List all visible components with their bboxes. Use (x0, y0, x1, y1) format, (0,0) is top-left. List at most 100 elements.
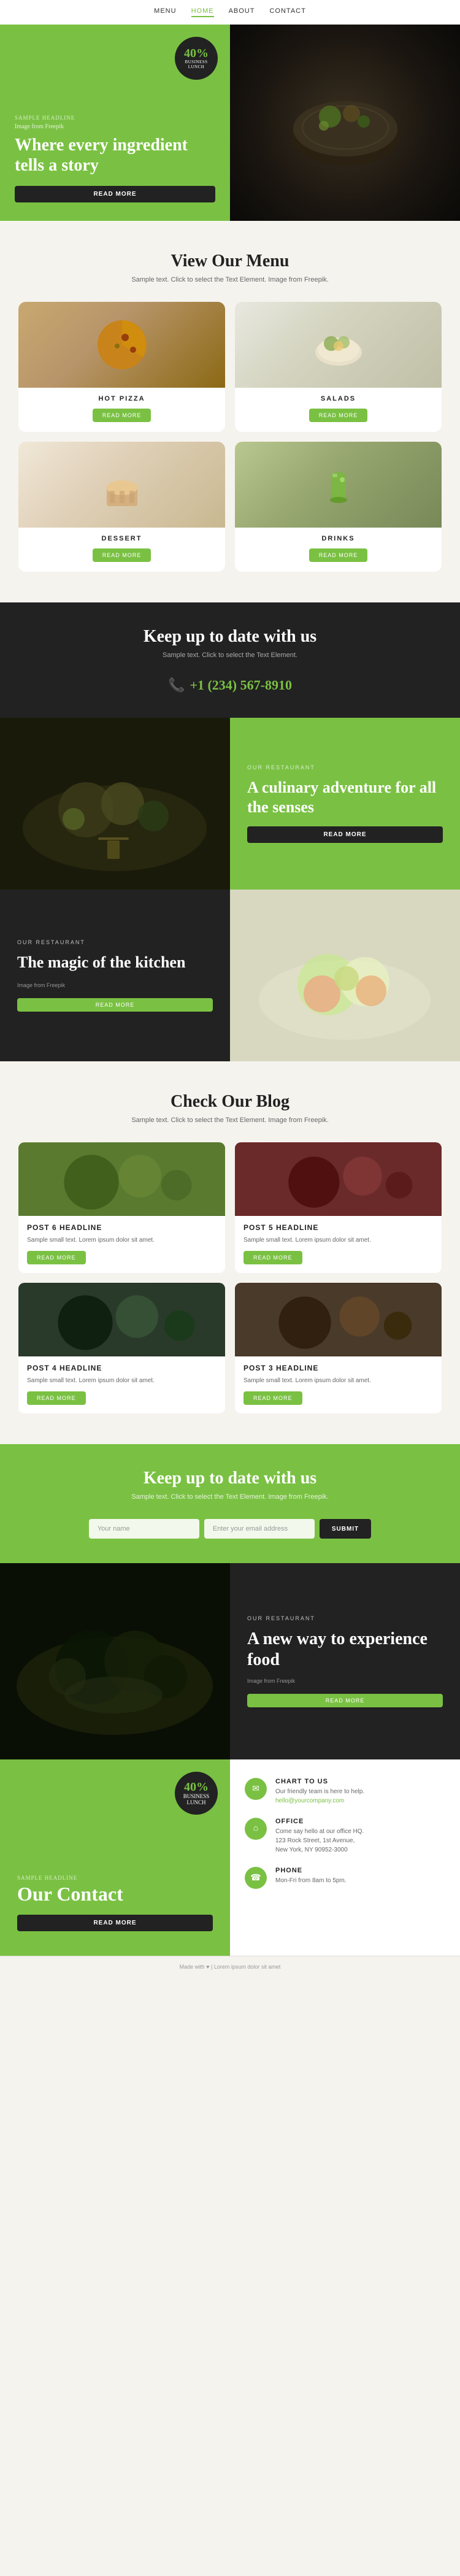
contact-phone-details: PHONE Mon-Fri from 8am to 5pm. (275, 1867, 347, 1885)
restaurant-1-content: OUR RESTAURANT A culinary adventure for … (230, 718, 460, 890)
restaurant-2-image (230, 890, 460, 1061)
menu-card-drinks: DRINKS READ MORE (235, 442, 442, 572)
blog-post5-illustration (235, 1142, 442, 1216)
featured-label: OUR RESTAURANT (247, 1615, 443, 1621)
keepup-subtitle-1: Sample text. Click to select the Text El… (18, 652, 442, 659)
dessert-icon (91, 454, 153, 515)
phone-number: +1 (234) 567-8910 (190, 677, 292, 693)
salads-read-more-button[interactable]: READ MORE (309, 409, 368, 422)
featured-content: OUR RESTAURANT A new way to experience f… (230, 1563, 460, 1759)
hero-read-more-button[interactable]: READ MORE (15, 186, 215, 202)
hero-image (230, 25, 460, 221)
restaurant-1-label: OUR RESTAURANT (247, 764, 443, 771)
drinks-label: DRINKS (235, 535, 442, 542)
blog-post3-headline: POST 3 HEADLINE (243, 1364, 433, 1372)
blog-post4-read-more-button[interactable]: READ MORE (27, 1391, 86, 1405)
blog-subtitle: Sample text. Click to select the Text El… (18, 1117, 442, 1124)
featured-food-illustration (0, 1563, 230, 1759)
blog-post3-read-more-button[interactable]: READ MORE (243, 1391, 302, 1405)
keepup-title-1: Keep up to date with us (18, 627, 442, 647)
newsletter-submit-button[interactable]: SUBMIT (320, 1519, 371, 1539)
contact-read-more-button[interactable]: READ MORE (17, 1915, 213, 1931)
restaurant-section-1: OUR RESTAURANT A culinary adventure for … (0, 718, 460, 890)
contact-badge: 40% BUSINESS LUNCH (175, 1772, 218, 1815)
blog-grid: POST 6 HEADLINE Sample small text. Lorem… (18, 1142, 442, 1413)
dessert-read-more-button[interactable]: READ MORE (93, 548, 151, 562)
phone-icon-wrap: ☎ (245, 1867, 267, 1889)
dessert-image (18, 442, 225, 528)
blog-section: Check Our Blog Sample text. Click to sel… (0, 1061, 460, 1444)
nav-home[interactable]: HOME (191, 7, 214, 17)
blog-post3-body: POST 3 HEADLINE Sample small text. Lorem… (235, 1356, 442, 1413)
featured-section: OUR RESTAURANT A new way to experience f… (0, 1563, 460, 1759)
hero-sample-label: SAMPLE HEADLINE (15, 115, 215, 121)
newsletter-title: Keep up to date with us (18, 1469, 442, 1488)
chat-title: CHART TO US (275, 1778, 364, 1785)
keepup-phone: 📞 +1 (234) 567-8910 (18, 677, 442, 693)
blog-post5-text: Sample small text. Lorem ipsum dolor sit… (243, 1236, 433, 1245)
blog-post5-read-more-button[interactable]: READ MORE (243, 1251, 302, 1264)
blog-post5-image (235, 1142, 442, 1216)
blog-post3-text: Sample small text. Lorem ipsum dolor sit… (243, 1376, 433, 1385)
salads-label: SALADS (235, 395, 442, 402)
featured-read-more-button[interactable]: READ MORE (247, 1694, 443, 1707)
contact-section: 40% BUSINESS LUNCH SAMPLE HEADLINE Our C… (0, 1759, 460, 1956)
chat-email: hello@yourcompany.com (275, 1796, 364, 1805)
pizza-image (18, 302, 225, 388)
restaurant-2-title: The magic of the kitchen (17, 953, 213, 972)
drinks-read-more-button[interactable]: READ MORE (309, 548, 368, 562)
blog-card-post3: POST 3 HEADLINE Sample small text. Lorem… (235, 1283, 442, 1413)
blog-post3-image (235, 1283, 442, 1356)
restaurant-2-label: OUR RESTAURANT (17, 939, 213, 945)
featured-image (0, 1563, 230, 1759)
pizza-read-more-button[interactable]: READ MORE (93, 409, 151, 422)
blog-post4-image (18, 1283, 225, 1356)
blog-post6-body: POST 6 HEADLINE Sample small text. Lorem… (18, 1216, 225, 1273)
newsletter-email-input[interactable] (204, 1519, 315, 1539)
blog-post5-headline: POST 5 HEADLINE (243, 1223, 433, 1232)
restaurant-2-read-more-button[interactable]: READ MORE (17, 998, 213, 1012)
menu-card-salads: SALADS READ MORE (235, 302, 442, 432)
office-icon: ⌂ (253, 1824, 258, 1834)
restaurant-1-title: A culinary adventure for all the senses (247, 778, 443, 816)
nav-contact[interactable]: CONTACT (269, 7, 305, 17)
footer-text: Made with ♥ | Lorem ipsum dolor sit amet (180, 1964, 281, 1970)
nav-about[interactable]: ABOUT (229, 7, 255, 17)
salads-image (235, 302, 442, 388)
newsletter-form: SUBMIT (18, 1519, 442, 1539)
menu-card-pizza: HOT PIZZA READ MORE (18, 302, 225, 432)
contact-item-phone: ☎ PHONE Mon-Fri from 8am to 5pm. (245, 1867, 445, 1889)
hero-left: 40% BUSINESS LUNCH SAMPLE HEADLINE Image… (0, 25, 230, 221)
blog-post5-body: POST 5 HEADLINE Sample small text. Lorem… (235, 1216, 442, 1273)
menu-section: View Our Menu Sample text. Click to sele… (0, 221, 460, 602)
nav-menu[interactable]: MENU (154, 7, 176, 17)
newsletter-section: Keep up to date with us Sample text. Cli… (0, 1444, 460, 1563)
restaurant-1-read-more-button[interactable]: READ MORE (247, 826, 443, 843)
menu-card-dessert: DESSERT READ MORE (18, 442, 225, 572)
hero-section: 40% BUSINESS LUNCH SAMPLE HEADLINE Image… (0, 25, 460, 221)
contact-chat-details: CHART TO US Our friendly team is here to… (275, 1778, 364, 1805)
hero-food-illustration (278, 55, 413, 190)
blog-post6-read-more-button[interactable]: READ MORE (27, 1251, 86, 1264)
contact-right: ✉ CHART TO US Our friendly team is here … (230, 1759, 460, 1956)
chat-text: Our friendly team is here to help. (275, 1787, 364, 1796)
blog-card-post6: POST 6 HEADLINE Sample small text. Lorem… (18, 1142, 225, 1273)
chat-icon: ✉ (252, 1784, 259, 1794)
restaurant-2-img-note: Image from Freepik (17, 982, 213, 988)
kitchen-food-illustration (230, 890, 460, 1061)
office-title: OFFICE (275, 1818, 364, 1825)
hero-title: Where every ingredient tells a story (15, 135, 215, 176)
chat-icon-wrap: ✉ (245, 1778, 267, 1800)
featured-img-note: Image from Freepik (247, 1678, 443, 1684)
drinks-image (235, 442, 442, 528)
drinks-icon (308, 454, 369, 515)
blog-post6-text: Sample small text. Lorem ipsum dolor sit… (27, 1236, 217, 1245)
pizza-icon (91, 314, 153, 375)
blog-post6-image (18, 1142, 225, 1216)
dessert-label: DESSERT (18, 535, 225, 542)
contact-left: 40% BUSINESS LUNCH SAMPLE HEADLINE Our C… (0, 1759, 230, 1956)
newsletter-name-input[interactable] (89, 1519, 199, 1539)
blog-post6-illustration (18, 1142, 225, 1216)
blog-post4-headline: POST 4 HEADLINE (27, 1364, 217, 1372)
pizza-label: HOT PIZZA (18, 395, 225, 402)
